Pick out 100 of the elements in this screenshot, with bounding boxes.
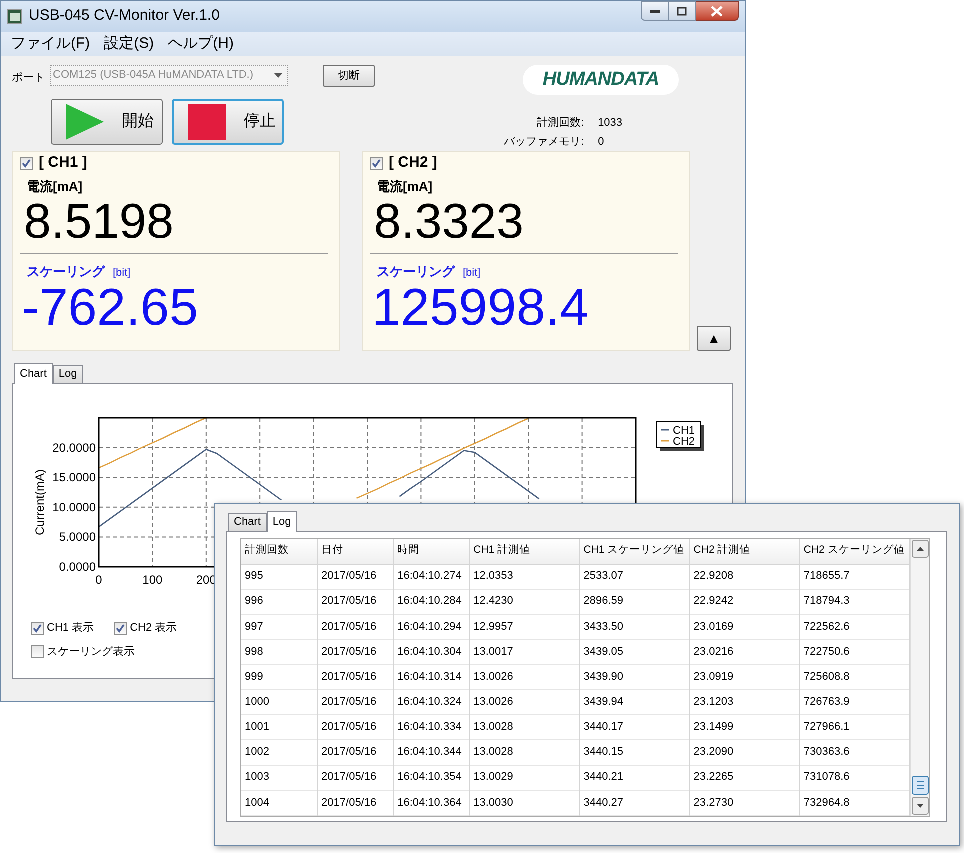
table-cell: 1001 <box>241 714 318 740</box>
axis-label: Current(mA) <box>33 470 47 536</box>
tab[interactable]: Chart <box>228 513 267 531</box>
table-cell: 3440.21 <box>579 765 690 790</box>
table-cell: 23.1203 <box>689 690 800 715</box>
current-label: 電流[mA] <box>377 178 434 196</box>
table-cell: 13.0029 <box>469 765 580 790</box>
table-cell: 997 <box>241 614 318 640</box>
table-cell: 23.0216 <box>689 639 800 665</box>
minimize-icon <box>650 9 660 13</box>
stat-value: 0 <box>598 134 606 150</box>
scaling-unit: [bit] <box>463 266 481 280</box>
column-header[interactable]: 時間 <box>393 539 470 564</box>
table-cell: 1004 <box>241 790 318 816</box>
checkbox[interactable] <box>370 156 383 170</box>
table-cell: 2017/05/16 <box>317 765 394 790</box>
axis-tick-label: 0 <box>96 573 102 587</box>
minimize-button[interactable] <box>641 1 669 21</box>
table-cell: 16:04:10.344 <box>393 740 470 766</box>
checkbox-label: CH2 表示 <box>130 621 178 636</box>
table-cell: 16:04:10.284 <box>393 589 470 614</box>
table-cell: 16:04:10.314 <box>393 664 470 690</box>
channel-title: [ CH1 ] <box>39 152 88 173</box>
column-header[interactable]: 計測回数 <box>241 539 318 564</box>
checkbox-label: スケーリング表示 <box>47 644 135 660</box>
table-cell: 2017/05/16 <box>317 564 394 590</box>
scroll-up-icon[interactable] <box>912 540 928 558</box>
axis-tick-label: 0.0000 <box>59 560 96 574</box>
table-cell: 998 <box>241 639 318 665</box>
column-header[interactable]: CH1 スケーリング値 <box>579 539 690 564</box>
table-cell: 16:04:10.294 <box>393 614 470 640</box>
table-cell: 2017/05/16 <box>317 790 394 816</box>
table-cell: 23.0169 <box>689 614 800 640</box>
table-cell: 16:04:10.334 <box>393 714 470 740</box>
axis-tick-label: 20.0000 <box>52 440 96 455</box>
axis-tick-label: 15.0000 <box>52 470 96 485</box>
scrollbar[interactable] <box>910 539 929 816</box>
table-cell: 23.1499 <box>689 714 800 740</box>
table-cell: 16:04:10.274 <box>393 564 470 590</box>
table-cell: 2533.07 <box>579 564 690 590</box>
table-cell: 3439.94 <box>579 690 690 715</box>
port-value: COM125 (USB-045A HuMANDATA LTD.) <box>53 68 254 84</box>
table-cell: 16:04:10.324 <box>393 690 470 715</box>
table-cell: 3440.15 <box>579 740 690 766</box>
table-cell: 13.0028 <box>469 740 580 766</box>
collapse-button[interactable]: ▲ <box>697 326 731 351</box>
scaling-label: スケーリング <box>27 262 105 280</box>
checkbox[interactable] <box>31 622 44 635</box>
column-header[interactable]: 日付 <box>317 539 394 564</box>
table-cell: 2017/05/16 <box>317 690 394 715</box>
checkbox[interactable] <box>31 645 44 658</box>
axis-tick-label: 5.0000 <box>59 530 96 544</box>
menu-item[interactable]: ファイル(F) <box>11 32 90 56</box>
table-cell: 995 <box>241 564 318 590</box>
start-button[interactable]: 開始 <box>51 99 163 145</box>
table-cell: 2017/05/16 <box>317 664 394 690</box>
checkbox[interactable] <box>20 156 33 170</box>
table-cell: 16:04:10.354 <box>393 765 470 790</box>
table-cell: 23.2730 <box>689 790 800 816</box>
legend-label: CH2 <box>673 436 696 448</box>
scroll-thumb-icon[interactable] <box>912 776 928 795</box>
scaling-value: -762.65 <box>22 281 200 335</box>
scaling-label: スケーリング <box>377 262 455 280</box>
scaling-value: 125998.4 <box>372 281 590 335</box>
table-cell: 2017/05/16 <box>317 589 394 614</box>
table-cell: 1003 <box>241 765 318 790</box>
column-header[interactable]: CH2 計測値 <box>689 539 800 564</box>
menu-item[interactable]: 設定(S) <box>104 32 154 56</box>
column-header[interactable]: CH2 スケーリング値 <box>799 539 910 564</box>
table-cell: 22.9242 <box>689 589 800 614</box>
tab[interactable]: Chart <box>14 363 53 384</box>
table-cell: 2017/05/16 <box>317 714 394 740</box>
table-cell: 1002 <box>241 740 318 766</box>
table-cell: 22.9208 <box>689 564 800 590</box>
scroll-down-icon[interactable] <box>912 797 928 815</box>
table-cell: 3433.50 <box>579 614 690 640</box>
close-button[interactable] <box>696 1 739 21</box>
axis-tick-label: 10.0000 <box>52 500 96 514</box>
menu-item[interactable]: ヘルプ(H) <box>168 32 234 56</box>
table-cell: 999 <box>241 664 318 690</box>
table-cell: 3440.17 <box>579 714 690 740</box>
column-header[interactable]: CH1 計測値 <box>469 539 580 564</box>
tab[interactable]: Log <box>266 511 298 532</box>
table-cell: 2017/05/16 <box>317 740 394 766</box>
disconnect-button[interactable]: 切断 <box>323 65 375 87</box>
table-cell: 13.0028 <box>469 714 580 740</box>
close-icon <box>711 6 723 16</box>
axis-tick-label: 100 <box>142 573 163 587</box>
maximize-button[interactable] <box>669 1 696 21</box>
tab[interactable]: Log <box>52 365 84 383</box>
maximize-icon <box>677 6 687 16</box>
legend <box>656 422 704 451</box>
table-cell: 23.2265 <box>689 765 800 790</box>
stop-button[interactable]: 停止 <box>172 99 284 145</box>
checkbox-label: CH1 表示 <box>47 621 94 636</box>
table-cell: 23.0919 <box>689 664 800 690</box>
checkbox[interactable] <box>114 622 128 635</box>
table-cell: 13.0030 <box>469 790 580 816</box>
app-icon <box>7 8 23 24</box>
table-cell: 2017/05/16 <box>317 639 394 665</box>
